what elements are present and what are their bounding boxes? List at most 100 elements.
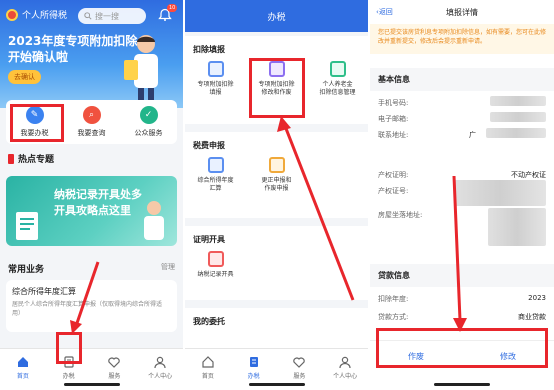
item-label: 专项附加扣除 填报 xyxy=(197,81,234,96)
item-label: 专项附加扣除 修改和作废 xyxy=(258,81,295,96)
item-empty xyxy=(246,251,307,279)
tab-label: 办税 xyxy=(247,373,260,380)
user-icon xyxy=(339,356,351,369)
app-title: 个人所得税 xyxy=(22,11,68,21)
item-label: 综合所得年度 汇算 xyxy=(197,177,234,192)
tab-home[interactable]: 首页 xyxy=(185,349,231,390)
search-input[interactable]: 搜一搜 xyxy=(78,8,146,24)
section-title: 证明开具 xyxy=(193,235,225,244)
basic-info-heading: 基本信息 xyxy=(370,68,554,91)
search-icon xyxy=(84,12,92,20)
detail-header: ‹返回 填报详情 xyxy=(370,0,554,24)
row-label: 房屋坐落地址: xyxy=(378,211,423,219)
screen-home: 个人所得税 搜一搜 10 2023年度专项附加扣除 开始确认啦 去确认 ✎ 我要… xyxy=(0,0,183,390)
heart-icon xyxy=(293,357,306,368)
home-indicator xyxy=(434,383,490,386)
tab-profile[interactable]: 个人中心 xyxy=(137,349,183,390)
common-business-heading: 常用业务 管理 xyxy=(8,262,175,275)
section-title: 税费申报 xyxy=(193,141,225,150)
row-label: 联系地址: xyxy=(378,131,409,139)
screen-detail: ‹返回 填报详情 您已提交该房贷利息专项附加扣除信息，如有需要，您可在此修改并重… xyxy=(370,0,554,390)
flag-icon xyxy=(8,153,14,164)
banner-confirm-button[interactable]: 去确认 xyxy=(8,70,41,84)
screen-tax: 办税 扣除填报 专项附加扣除 填报 专项附加扣除 修改和作废 个人养老金 扣除信… xyxy=(185,0,368,390)
loan-info-heading: 贷款信息 xyxy=(370,264,554,287)
item-annual-settlement[interactable]: 综合所得年度 汇算 xyxy=(185,157,246,193)
tax-doc-icon xyxy=(249,357,258,367)
section-tax-filing: 税费申报 综合所得年度 汇算 更正申报和 作废申报 xyxy=(185,132,368,218)
tab-label: 个人中心 xyxy=(148,373,173,380)
home-icon xyxy=(202,356,214,368)
banner-illustration xyxy=(124,35,158,102)
hot-topics-heading: 热点专题 xyxy=(8,152,54,165)
section-certificate: 证明开具 纳税记录开具 xyxy=(185,226,368,300)
certificate-icon xyxy=(207,251,224,267)
edit-button[interactable]: 修改 xyxy=(462,351,554,362)
item-label: 更正申报和 作废申报 xyxy=(261,177,292,192)
manage-link[interactable]: 管理 xyxy=(161,262,175,275)
service-label: 我要查询 xyxy=(77,129,106,137)
action-bar: 作废 修改 xyxy=(370,340,554,372)
page-title: 办税 xyxy=(267,12,286,23)
common-item-desc: 居民个人综合所得年度汇算申报（仅取得境内综合所得适用） xyxy=(12,301,163,317)
home-indicator xyxy=(63,383,120,386)
hot-topic-banner[interactable]: 纳税记录开具处多 开具攻略点这里 xyxy=(6,176,177,246)
item-label: 个人养老金 扣除信息管理 xyxy=(319,81,356,96)
section-title: 扣除填报 xyxy=(193,45,225,54)
item-label: 纳税记录开具 xyxy=(197,271,234,278)
item-pension-deduction[interactable]: 个人养老金 扣除信息管理 xyxy=(307,61,368,97)
tab-profile[interactable]: 个人中心 xyxy=(322,349,368,390)
redacted-value xyxy=(454,180,546,206)
item-tax-record[interactable]: 纳税记录开具 xyxy=(185,251,246,279)
redacted-value xyxy=(488,208,546,246)
home-indicator xyxy=(248,383,305,386)
shield-icon: ✓ xyxy=(139,106,158,124)
row-label: 手机号码: xyxy=(378,99,409,107)
panel-divider xyxy=(183,0,185,390)
search-placeholder: 搜一搜 xyxy=(95,11,119,21)
tab-label: 办税 xyxy=(62,373,75,380)
service-query[interactable]: ⌕ 我要查询 xyxy=(63,100,120,144)
item-correction[interactable]: 更正申报和 作废申报 xyxy=(246,157,307,193)
row-property-proof: 产权证明: 不动产权证 xyxy=(378,170,546,180)
form-icon xyxy=(207,61,224,77)
tab-home[interactable]: 首页 xyxy=(0,349,46,390)
tab-label: 首页 xyxy=(16,373,29,380)
item-deduction-modify[interactable]: 专项附加扣除 修改和作废 xyxy=(246,61,307,97)
service-label: 我要办税 xyxy=(20,129,49,137)
void-button[interactable]: 作废 xyxy=(370,351,462,362)
home-icon xyxy=(17,357,28,367)
correction-icon xyxy=(268,157,285,173)
document-illustration-icon xyxy=(16,212,38,240)
service-card: ✎ 我要办税 ⌕ 我要查询 ✓ 公众服务 xyxy=(6,100,177,144)
section-delegation: 我的委托 xyxy=(185,308,368,348)
section-title: 我的委托 xyxy=(193,317,225,326)
user-icon xyxy=(154,356,166,369)
item-deduction-fill[interactable]: 专项附加扣除 填报 xyxy=(185,61,246,97)
row-label: 电子邮箱: xyxy=(378,115,409,123)
banner-title-line2: 开始确认啦 xyxy=(8,50,69,64)
row-deduction-year: 扣除年度: 2023 xyxy=(378,294,546,304)
tax-header: 办税 xyxy=(185,0,368,32)
message-badge: 10 xyxy=(167,4,178,12)
heart-icon xyxy=(108,357,121,368)
row-value: 商业贷款 xyxy=(518,313,546,321)
row-label: 贷款方式: xyxy=(378,313,409,321)
common-item-annual-settlement[interactable]: 综合所得年度汇算 居民个人综合所得年度汇算申报（仅取得境内综合所得适用） xyxy=(6,280,177,332)
row-value: 广 xyxy=(469,131,476,139)
back-label: 返回 xyxy=(378,8,393,16)
hot-topics-title: 热点专题 xyxy=(18,155,55,165)
pencil-icon: ✎ xyxy=(25,106,44,124)
redacted-value xyxy=(490,112,546,122)
page-title: 填报详情 xyxy=(446,7,478,17)
app-header: 个人所得税 xyxy=(6,8,67,21)
redacted-value xyxy=(486,128,546,138)
service-tax-filing[interactable]: ✎ 我要办税 xyxy=(6,100,63,144)
service-label: 公众服务 xyxy=(134,129,163,137)
back-button[interactable]: ‹返回 xyxy=(376,7,393,17)
item-empty xyxy=(307,157,368,193)
tax-logo-icon xyxy=(6,8,18,21)
tab-label: 个人中心 xyxy=(333,373,358,380)
service-public[interactable]: ✓ 公众服务 xyxy=(120,100,177,144)
person-illustration-icon xyxy=(144,201,164,240)
